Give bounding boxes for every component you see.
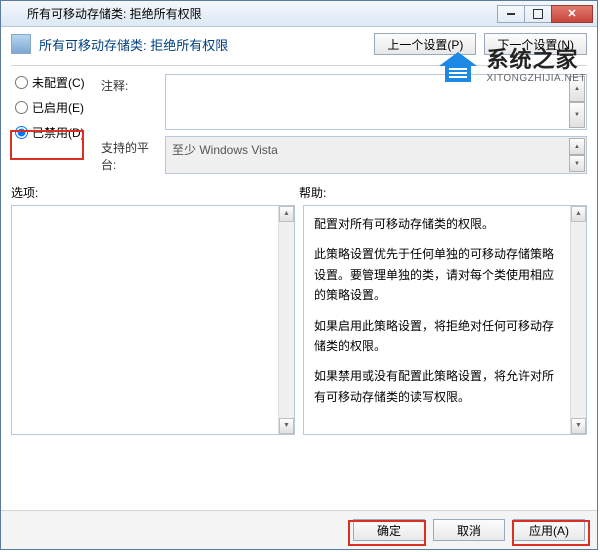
cancel-button[interactable]: 取消 bbox=[433, 519, 505, 541]
window-icon bbox=[5, 6, 21, 22]
divider bbox=[11, 65, 587, 66]
help-p3: 如果启用此策略设置，将拒绝对任何可移动存储类的权限。 bbox=[314, 316, 576, 357]
radio-enabled-label[interactable]: 已启用(E) bbox=[32, 99, 84, 116]
options-label: 选项: bbox=[11, 184, 299, 201]
footer: 确定 取消 应用(A) bbox=[1, 510, 597, 549]
prev-setting-button[interactable]: 上一个设置(P) bbox=[374, 33, 476, 55]
help-label: 帮助: bbox=[299, 184, 587, 201]
help-pane: 配置对所有可移动存储类的权限。 此策略设置优先于任何单独的可移动存储策略设置。要… bbox=[303, 205, 587, 435]
radio-enabled[interactable] bbox=[15, 101, 28, 114]
options-pane: ▲▼ bbox=[11, 205, 295, 435]
maximize-button[interactable] bbox=[524, 5, 552, 23]
radio-group: 未配置(C) 已启用(E) 已禁用(D) bbox=[11, 74, 91, 174]
radio-not-configured[interactable] bbox=[15, 76, 28, 89]
policy-title: 所有可移动存储类: 拒绝所有权限 bbox=[39, 35, 366, 54]
ok-button[interactable]: 确定 bbox=[353, 519, 425, 541]
minimize-button[interactable] bbox=[497, 5, 525, 23]
close-button[interactable] bbox=[551, 5, 593, 23]
platform-scroll[interactable]: ▲▼ bbox=[569, 138, 585, 172]
platform-value: 至少 Windows Vista bbox=[172, 143, 278, 157]
next-setting-button[interactable]: 下一个设置(N) bbox=[484, 33, 587, 55]
help-p1: 配置对所有可移动存储类的权限。 bbox=[314, 214, 576, 234]
radio-not-configured-label[interactable]: 未配置(C) bbox=[32, 74, 85, 91]
content-area: 所有可移动存储类: 拒绝所有权限 上一个设置(P) 下一个设置(N) 未配置(C… bbox=[1, 27, 597, 510]
help-p2: 此策略设置优先于任何单独的可移动存储策略设置。要管理单独的类，请对每个类使用相应… bbox=[314, 244, 576, 305]
radio-disabled[interactable] bbox=[15, 126, 28, 139]
options-scrollbar[interactable]: ▲▼ bbox=[278, 206, 294, 434]
comment-label: 注释: bbox=[101, 74, 157, 94]
help-scrollbar[interactable]: ▲▼ bbox=[570, 206, 586, 434]
platform-box: 至少 Windows Vista ▲▼ bbox=[165, 136, 587, 174]
window-title: 所有可移动存储类: 拒绝所有权限 bbox=[27, 5, 498, 22]
dialog-window: 所有可移动存储类: 拒绝所有权限 所有可移动存储类: 拒绝所有权限 上一个设置(… bbox=[0, 0, 598, 550]
radio-disabled-label[interactable]: 已禁用(D) bbox=[32, 124, 85, 141]
help-p4: 如果禁用或没有配置此策略设置，将允许对所有可移动存储类的读写权限。 bbox=[314, 366, 576, 407]
titlebar[interactable]: 所有可移动存储类: 拒绝所有权限 bbox=[1, 1, 597, 27]
comment-input[interactable]: ▲▼ bbox=[165, 74, 587, 130]
platform-label: 支持的平台: bbox=[101, 136, 157, 173]
apply-button[interactable]: 应用(A) bbox=[513, 519, 585, 541]
policy-icon bbox=[11, 34, 31, 54]
comment-scroll[interactable]: ▲▼ bbox=[569, 76, 585, 128]
